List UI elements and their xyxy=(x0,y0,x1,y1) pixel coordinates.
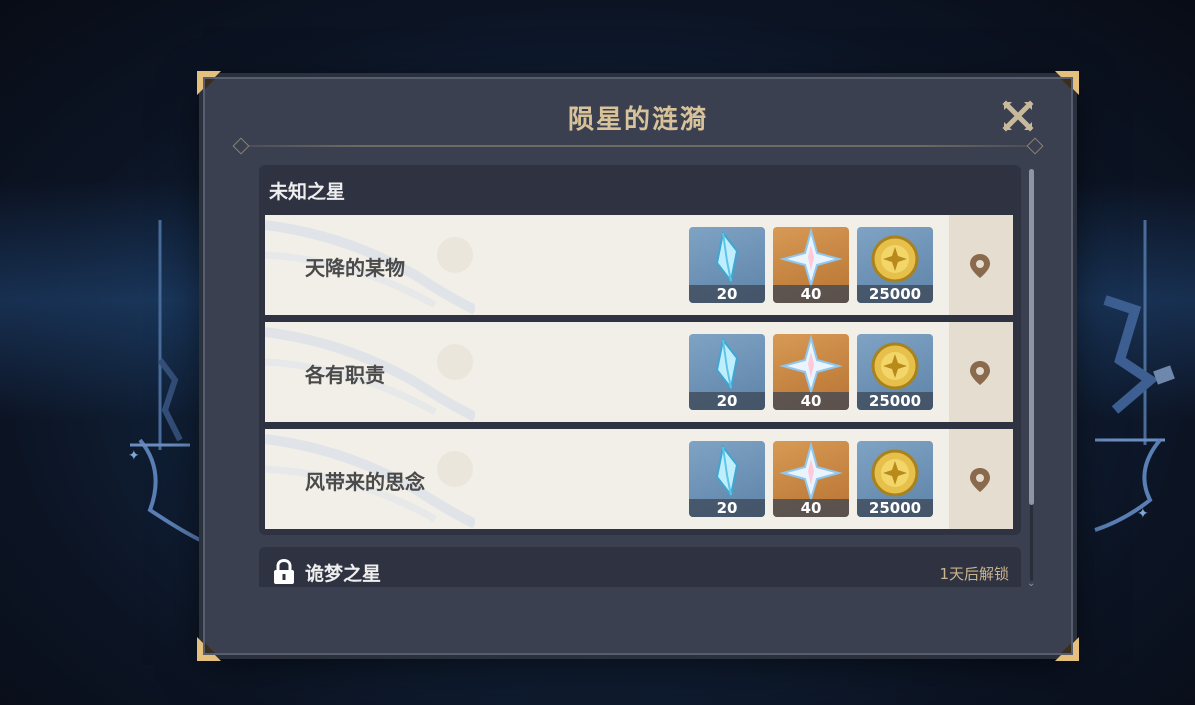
dialog-title: 陨星的涟漪 xyxy=(567,105,708,135)
section-title: 未知之星 xyxy=(269,181,346,203)
reward-count: 25000 xyxy=(857,285,933,303)
track-quest-button[interactable] xyxy=(949,322,1013,422)
background-left-ornament: ✦ xyxy=(128,220,201,542)
mora-coin-icon xyxy=(871,235,919,283)
unlock-status: 1天后解锁 xyxy=(939,565,1009,583)
mora-coin-icon xyxy=(871,342,919,390)
reward-item[interactable]: 40 xyxy=(773,227,849,303)
quest-title: 天降的某物 xyxy=(305,256,405,280)
section-title: 诡梦之星 xyxy=(305,563,382,585)
quest-row[interactable]: 风带来的思念 20 40 25000 xyxy=(265,429,1013,529)
reward-item[interactable]: 40 xyxy=(773,441,849,517)
reward-item[interactable]: 40 xyxy=(773,334,849,410)
reward-count: 40 xyxy=(773,392,849,410)
location-pin-icon xyxy=(970,361,990,385)
reward-item[interactable]: 20 xyxy=(689,334,765,410)
mora-coin-icon xyxy=(871,449,919,497)
reward-count: 25000 xyxy=(857,392,933,410)
reward-item[interactable]: 25000 xyxy=(857,227,933,303)
adventure-exp-star-icon xyxy=(779,441,843,501)
reward-item[interactable]: 20 xyxy=(689,441,765,517)
reward-count: 40 xyxy=(773,499,849,517)
corner-ornament-icon xyxy=(1055,637,1079,661)
corner-ornament-icon xyxy=(1055,71,1079,95)
quest-row[interactable]: 各有职责 20 40 25000 xyxy=(265,322,1013,422)
quest-dialog: 陨星的涟漪 未知之星 天降的某物 20 40 25000 各有职责 20 40 … xyxy=(197,71,1079,661)
title-divider xyxy=(241,145,1035,147)
scrollbar-thumb[interactable] xyxy=(1029,169,1034,505)
track-quest-button[interactable] xyxy=(949,215,1013,315)
scrollbar[interactable]: ⌄ xyxy=(1027,169,1035,589)
adventure-exp-star-icon xyxy=(779,227,843,287)
reward-count: 20 xyxy=(689,499,765,517)
adventure-exp-star-icon xyxy=(779,334,843,394)
divider-diamond-icon xyxy=(1026,137,1044,155)
svg-text:✦: ✦ xyxy=(1137,506,1149,522)
reward-item[interactable]: 20 xyxy=(689,227,765,303)
primogem-fragment-icon xyxy=(715,444,739,498)
quest-section-unknown-star: 未知之星 天降的某物 20 40 25000 各有职责 20 40 25000 … xyxy=(259,165,1021,535)
quest-title: 风带来的思念 xyxy=(305,470,425,494)
reward-count: 25000 xyxy=(857,499,933,517)
divider-diamond-icon xyxy=(232,137,250,155)
reward-count: 20 xyxy=(689,285,765,303)
list-clip-edge xyxy=(259,587,1021,597)
lock-icon xyxy=(274,559,294,584)
close-button[interactable] xyxy=(1001,99,1035,133)
reward-item[interactable]: 25000 xyxy=(857,441,933,517)
reward-item[interactable]: 25000 xyxy=(857,334,933,410)
track-quest-button[interactable] xyxy=(949,429,1013,529)
primogem-fragment-icon xyxy=(715,337,739,391)
reward-count: 20 xyxy=(689,392,765,410)
primogem-fragment-icon xyxy=(715,230,739,284)
quest-row[interactable]: 天降的某物 20 40 25000 xyxy=(265,215,1013,315)
reward-count: 40 xyxy=(773,285,849,303)
background-right-ornament: ✦ xyxy=(1094,220,1175,532)
close-x-icon xyxy=(1002,100,1034,132)
location-pin-icon xyxy=(970,468,990,492)
scroll-down-icon: ⌄ xyxy=(1027,578,1036,589)
corner-ornament-icon xyxy=(197,71,221,95)
svg-text:✦: ✦ xyxy=(128,448,140,464)
quest-title: 各有职责 xyxy=(305,363,385,387)
corner-ornament-icon xyxy=(197,637,221,661)
location-pin-icon xyxy=(970,254,990,278)
